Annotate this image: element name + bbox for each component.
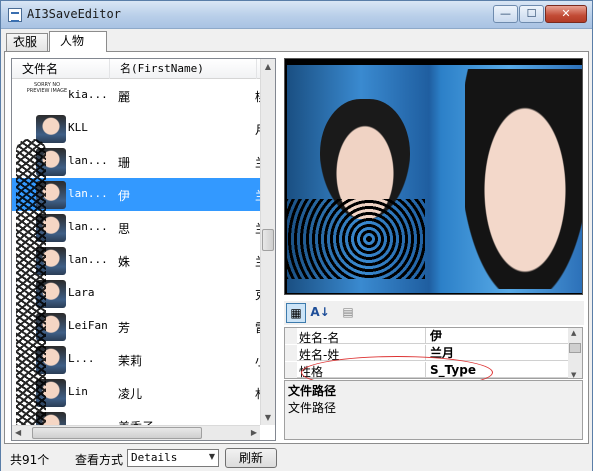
list-horizontal-scrollbar[interactable]: ◀ ▶: [12, 425, 260, 440]
row-filename: lan...: [68, 187, 108, 200]
row-firstname: 芳: [118, 321, 131, 335]
row-filename: kia...: [68, 88, 108, 101]
property-grid-scrollbar[interactable]: ▲ ▼: [568, 328, 582, 378]
list-row[interactable]: Lin 凌儿 林: [12, 376, 260, 409]
app-window: AI3SaveEditor — ☐ ✕ 衣服 人物 文件名 名(FirstNam…: [0, 0, 593, 471]
property-gutter: [285, 345, 297, 361]
property-scroll-thumb[interactable]: [569, 343, 581, 353]
row-firstname: 珊: [118, 156, 131, 170]
property-row[interactable]: 姓名-名 伊: [285, 328, 568, 345]
horizontal-scroll-thumb[interactable]: [32, 427, 202, 439]
item-count: 共91个: [10, 453, 50, 467]
list-row[interactable]: lan... 姝 兰: [12, 244, 260, 277]
scroll-left-arrow-icon[interactable]: ◀: [15, 428, 21, 437]
row-firstname: 姝: [118, 255, 131, 269]
preview-redaction: [285, 199, 425, 279]
row-firstname: 思: [118, 222, 131, 236]
scroll-up-arrow-icon[interactable]: ▲: [571, 329, 576, 337]
categorized-icon[interactable]: ▦: [286, 303, 306, 323]
property-value[interactable]: 伊: [425, 328, 568, 344]
maximize-button[interactable]: ☐: [519, 5, 544, 23]
view-mode-select[interactable]: Details ▼: [127, 449, 219, 467]
property-grid-toolbar: ▦ A↓ ▤: [284, 301, 584, 325]
app-icon: [8, 8, 22, 22]
minimize-button[interactable]: —: [493, 5, 518, 23]
list-row[interactable]: L... 茉莉 小: [12, 343, 260, 376]
row-filename: LeiFan: [68, 319, 108, 332]
list-header: 文件名 名(FirstName) 姓: [12, 59, 273, 79]
no-preview-text: SORRY NO PREVIEW IMAGE: [26, 82, 68, 94]
list-row[interactable]: lan... 珊 兰: [12, 145, 260, 178]
tab-characters[interactable]: 人物: [49, 31, 107, 52]
list-row[interactable]: KLL 月: [12, 112, 260, 145]
vertical-scroll-thumb[interactable]: [262, 229, 274, 251]
scroll-right-arrow-icon[interactable]: ▶: [251, 428, 257, 437]
character-list[interactable]: 文件名 名(FirstName) 姓 SORRY NO PREVIEW IMAG…: [11, 58, 276, 441]
scroll-down-arrow-icon[interactable]: ▼: [571, 371, 576, 378]
preview-portrait-large: [465, 69, 582, 289]
list-row[interactable]: LeiFan 芳 雷: [12, 310, 260, 343]
property-gutter: [285, 362, 297, 378]
view-mode-label: 查看方式: [75, 453, 124, 467]
status-bar: 共91个 查看方式 Details ▼ 刷新: [1, 447, 592, 471]
list-row[interactable]: Lara 克: [12, 277, 260, 310]
row-filename: lan...: [68, 220, 108, 233]
refresh-button[interactable]: 刷新: [225, 448, 277, 468]
title-bar[interactable]: AI3SaveEditor — ☐ ✕: [1, 1, 592, 29]
row-filename: lan...: [68, 154, 108, 167]
site-watermark-logo: [475, 399, 575, 439]
row-firstname: 伊: [118, 189, 131, 203]
scroll-down-arrow-icon[interactable]: ▼: [263, 413, 273, 422]
row-firstname: 凌儿: [118, 387, 143, 401]
row-filename: L...: [68, 352, 95, 365]
row-filename: lan...: [68, 253, 108, 266]
scroll-up-arrow-icon[interactable]: ▲: [263, 62, 273, 71]
description-title: 文件路径: [288, 384, 337, 398]
character-preview-image: [284, 58, 583, 295]
row-filename: Lin: [68, 385, 88, 398]
list-row-selected[interactable]: lan... 伊 兰: [12, 178, 260, 211]
property-pages-icon[interactable]: ▤: [338, 303, 358, 323]
column-header-firstname[interactable]: 名(FirstName): [110, 59, 257, 79]
property-description-panel: 文件路径 文件路径: [284, 380, 583, 440]
column-header-filename[interactable]: 文件名: [12, 59, 110, 79]
tab-clothes[interactable]: 衣服: [6, 33, 48, 51]
chevron-down-icon[interactable]: ▼: [209, 452, 215, 461]
redaction-scribble: [16, 139, 46, 440]
view-mode-value: Details: [131, 451, 178, 464]
list-vertical-scrollbar[interactable]: ▲ ▼: [260, 59, 275, 425]
row-firstname: 茉莉: [118, 354, 143, 368]
row-filename: Lara: [68, 286, 95, 299]
window-title: AI3SaveEditor: [27, 7, 121, 21]
list-row[interactable]: lan... 思 兰: [12, 211, 260, 244]
list-row[interactable]: SORRY NO PREVIEW IMAGE kia... 麗 桃: [12, 79, 260, 112]
row-filename: KLL: [68, 121, 88, 134]
row-firstname: 麗: [118, 90, 131, 104]
character-thumbnail: [36, 115, 66, 143]
property-gutter: [285, 328, 297, 344]
property-key: 姓名-名: [299, 331, 340, 345]
close-button[interactable]: ✕: [545, 5, 587, 23]
sort-alpha-icon[interactable]: A↓: [310, 303, 330, 323]
description-text: 文件路径: [288, 401, 337, 415]
